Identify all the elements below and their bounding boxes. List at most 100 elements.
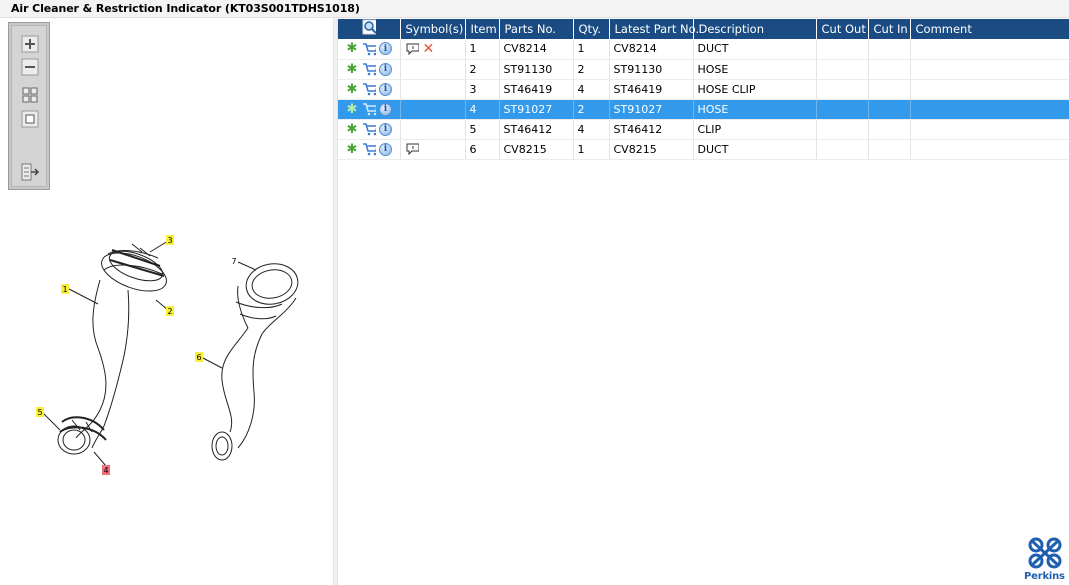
row-qty: 2	[573, 59, 610, 80]
window-title: Air Cleaner & Restriction Indicator (KT0…	[11, 2, 360, 15]
table-row[interactable]: ✱ i 6 CV8215 1 CV8215 DUCT	[338, 139, 1069, 160]
row-comment	[910, 39, 1069, 60]
row-item: 2	[465, 59, 500, 80]
comment-icon[interactable]	[405, 42, 419, 56]
row-symbols	[400, 79, 466, 100]
gear-icon[interactable]: ✱	[345, 102, 359, 116]
row-cut-in	[868, 79, 911, 100]
row-part-no: CV8215	[499, 139, 574, 160]
row-cut-out	[816, 79, 869, 100]
parts-diagram: 1 2 3 4 5 6 7	[36, 235, 299, 475]
row-cut-out	[816, 139, 869, 160]
row-actions: ✱ i	[338, 139, 401, 160]
actual-size-icon[interactable]	[20, 110, 40, 128]
column-header-comment[interactable]: Comment	[910, 19, 1069, 39]
column-header-cut-out[interactable]: Cut Out	[816, 19, 869, 39]
viewer-toolbox	[8, 22, 50, 190]
column-header-qty[interactable]: Qty.	[573, 19, 610, 39]
cart-icon[interactable]	[362, 142, 376, 156]
row-cut-in	[868, 59, 911, 80]
row-symbols	[400, 139, 466, 160]
diagram-pane: 1 2 3 4 5 6 7	[0, 18, 333, 585]
row-qty: 1	[573, 39, 610, 60]
row-symbols	[400, 119, 466, 140]
row-cut-out	[816, 39, 869, 60]
column-header-description[interactable]: Description	[693, 19, 817, 39]
row-qty: 4	[573, 79, 610, 100]
callout-3-label: 3	[167, 236, 172, 245]
cart-icon[interactable]	[362, 42, 376, 56]
row-symbols	[400, 99, 466, 120]
fit-all-icon[interactable]	[20, 86, 40, 104]
gear-icon[interactable]: ✱	[345, 62, 359, 76]
row-item: 5	[465, 119, 500, 140]
search-icon[interactable]	[362, 19, 376, 35]
duct-1-drawing	[75, 279, 107, 439]
row-comment	[910, 99, 1069, 120]
table-row[interactable]: ✱ i 2 ST91130 2 ST91130 HOSE	[338, 59, 1069, 80]
row-latest-part-no: ST91130	[609, 59, 694, 80]
row-comment	[910, 139, 1069, 160]
gear-icon[interactable]: ✱	[345, 142, 359, 156]
gear-icon[interactable]: ✱	[345, 82, 359, 96]
column-header-latest-part-no[interactable]: Latest Part No.	[609, 19, 699, 39]
table-row[interactable]: ✱ i 5 ST46412 4 ST46412 CLIP	[338, 119, 1069, 140]
column-header-actions[interactable]	[338, 19, 401, 39]
row-item: 3	[465, 79, 500, 100]
row-actions: ✱ i	[338, 59, 401, 80]
cart-icon[interactable]	[362, 82, 376, 96]
row-description: CLIP	[693, 119, 817, 140]
cross-icon[interactable]: ✕	[423, 42, 435, 56]
row-actions: ✱ i	[338, 79, 401, 100]
callout-7-label: 7	[231, 257, 236, 266]
row-description: HOSE	[693, 59, 817, 80]
row-comment	[910, 119, 1069, 140]
column-header-symbols[interactable]: Symbol(s)	[400, 19, 466, 39]
gear-icon[interactable]: ✱	[345, 42, 359, 56]
row-qty: 2	[573, 99, 610, 120]
callout-6-label: 6	[196, 353, 201, 362]
comment-icon[interactable]	[405, 142, 419, 156]
row-cut-out	[816, 119, 869, 140]
row-actions: ✱ i	[338, 119, 401, 140]
row-latest-part-no: ST46412	[609, 119, 694, 140]
table-header-row: Symbol(s) Item Parts No. Qty. Latest Par…	[338, 19, 1069, 39]
row-item: 6	[465, 139, 500, 160]
row-cut-out	[816, 59, 869, 80]
row-part-no: CV8214	[499, 39, 574, 60]
info-icon[interactable]: i	[379, 102, 392, 116]
table-row-selected[interactable]: ✱ i 4 ST91027 2 ST91027 HOSE	[338, 99, 1069, 120]
callout-1-label: 1	[62, 285, 67, 294]
callout-5-label: 5	[37, 408, 42, 417]
info-icon[interactable]: i	[379, 142, 392, 156]
row-actions: ✱ i	[338, 39, 401, 60]
row-symbols	[400, 59, 466, 80]
info-icon[interactable]: i	[379, 42, 392, 56]
callout-4-label: 4	[103, 466, 108, 475]
viewer-toolbox-inner	[11, 25, 47, 187]
row-latest-part-no: ST91027	[609, 99, 694, 120]
gear-icon[interactable]: ✱	[345, 122, 359, 136]
table-row[interactable]: ✱ i 3 ST46419 4 ST46419 HOSE CLIP	[338, 79, 1069, 100]
row-item: 1	[465, 39, 500, 60]
row-actions: ✱ i	[338, 99, 401, 120]
export-icon[interactable]	[20, 163, 40, 181]
table-row[interactable]: ✱ i ✕ 1 CV8214 1 CV8214 DUCT	[338, 39, 1069, 60]
zoom-in-icon[interactable]	[20, 35, 40, 53]
row-cut-out	[816, 99, 869, 120]
info-icon[interactable]: i	[379, 122, 392, 136]
zoom-out-icon[interactable]	[20, 58, 40, 76]
row-part-no: ST91130	[499, 59, 574, 80]
row-latest-part-no: CV8214	[609, 39, 694, 60]
row-cut-in	[868, 139, 911, 160]
cart-icon[interactable]	[362, 102, 376, 116]
info-icon[interactable]: i	[379, 82, 392, 96]
info-icon[interactable]: i	[379, 62, 392, 76]
column-header-cut-in[interactable]: Cut In	[868, 19, 911, 39]
row-cut-in	[868, 119, 911, 140]
column-header-item[interactable]: Item	[465, 19, 500, 39]
cart-icon[interactable]	[362, 62, 376, 76]
column-header-parts-no[interactable]: Parts No.	[499, 19, 574, 39]
callout-2-label: 2	[167, 307, 172, 316]
cart-icon[interactable]	[362, 122, 376, 136]
